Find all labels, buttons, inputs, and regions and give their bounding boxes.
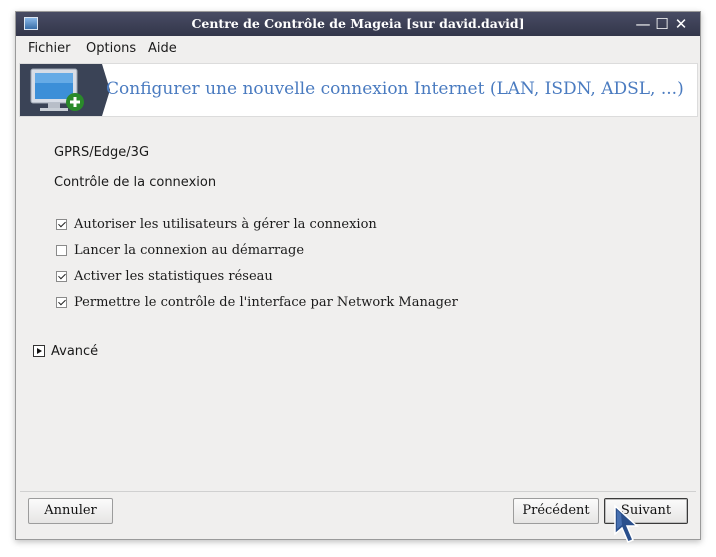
title-bar[interactable]: Centre de Contrôle de Mageia [sur david.… <box>16 12 700 36</box>
checkbox[interactable] <box>56 219 67 230</box>
menu-options[interactable]: Options <box>86 41 136 56</box>
window-title: Centre de Contrôle de Mageia [sur david.… <box>191 16 525 31</box>
expander-arrow-icon[interactable] <box>33 345 45 357</box>
menu-aide[interactable]: Aide <box>148 41 177 56</box>
checkbox[interactable] <box>56 297 67 308</box>
wizard-banner: Configurer une nouvelle connexion Intern… <box>19 63 698 117</box>
checkbox[interactable] <box>56 271 67 282</box>
checkbox[interactable] <box>56 245 67 256</box>
button-separator <box>20 491 696 492</box>
application-window: Centre de Contrôle de Mageia [sur david.… <box>15 11 701 540</box>
page-title: Configurer une nouvelle connexion Intern… <box>106 79 684 99</box>
section-label: Contrôle de la connexion <box>54 175 217 190</box>
minimize-icon[interactable]: — <box>634 14 652 34</box>
option-label: Activer les statistiques réseau <box>74 269 273 284</box>
menu-fichier[interactable]: Fichier <box>28 41 71 56</box>
cancel-button[interactable]: Annuler <box>28 498 113 524</box>
maximize-icon[interactable]: ☐ <box>653 14 671 34</box>
option-label: Autoriser les utilisateurs à gérer la co… <box>74 217 377 232</box>
banner-icon-box <box>20 64 102 116</box>
previous-button[interactable]: Précédent <box>513 498 599 524</box>
option-label: Permettre le contrôle de l'interface par… <box>74 295 458 310</box>
mouse-pointer-icon <box>614 504 639 543</box>
close-icon[interactable]: ✕ <box>672 14 690 34</box>
menu-bar: Fichier Options Aide <box>16 36 700 59</box>
option-label: Lancer la connexion au démarrage <box>74 243 305 258</box>
network-monitor-icon <box>30 68 84 111</box>
advanced-label: Avancé <box>51 344 99 359</box>
connection-type-label: GPRS/Edge/3G <box>54 145 150 160</box>
wizard-content: GPRS/Edge/3G Contrôle de la connexion Au… <box>16 120 700 500</box>
